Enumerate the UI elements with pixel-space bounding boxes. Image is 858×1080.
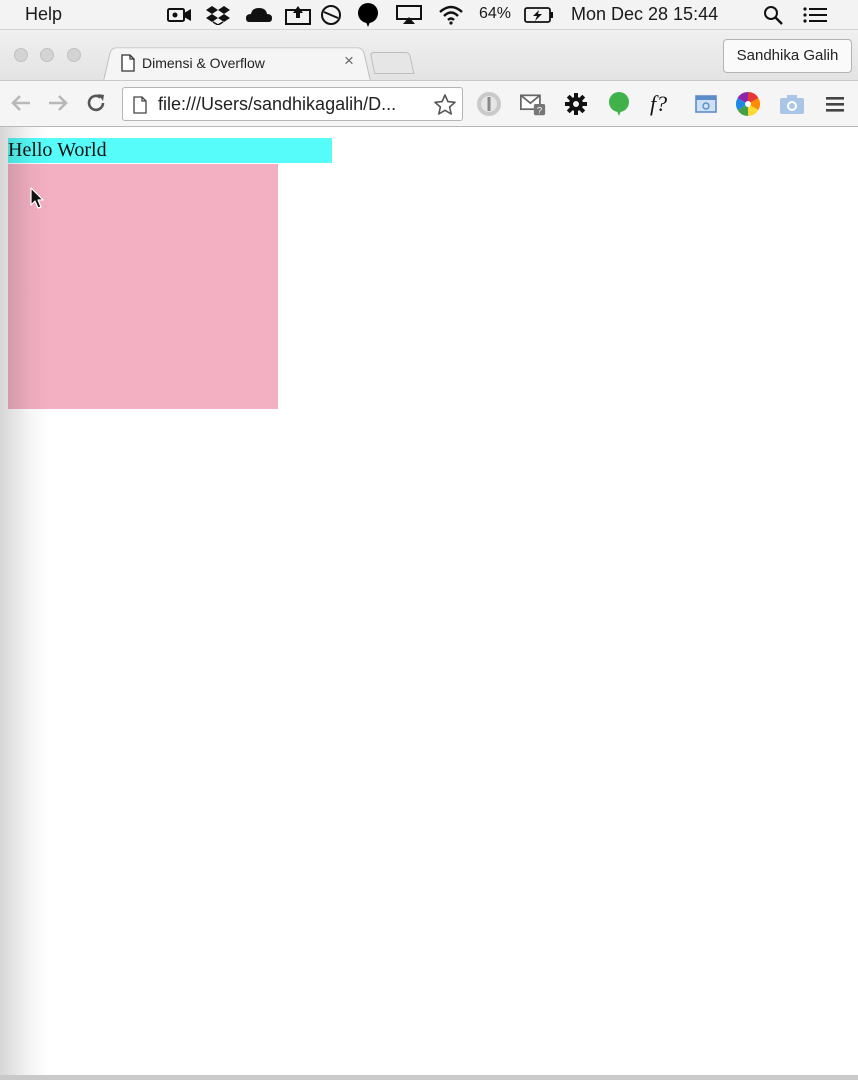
airplay-icon[interactable] (395, 0, 423, 30)
tab-close-icon[interactable]: × (341, 51, 357, 71)
reload-icon[interactable] (83, 90, 109, 116)
page-viewport: Hello World (0, 127, 858, 1075)
address-bar[interactable]: file:///Users/sandhikagalih/D... (122, 87, 463, 121)
svg-text:f?: f? (650, 91, 667, 116)
new-tab-button[interactable] (369, 52, 415, 74)
clock[interactable]: Mon Dec 28 15:44 (571, 4, 718, 25)
battery-percent: 64% (479, 5, 512, 22)
url-text[interactable]: file:///Users/sandhikagalih/D... (158, 94, 396, 115)
spotlight-search-icon[interactable] (761, 0, 785, 30)
shield-extension-icon[interactable] (476, 91, 502, 117)
bookmark-star-icon[interactable] (433, 93, 457, 122)
tab-dimensi-overflow[interactable]: Dimensi & Overflow × (103, 45, 371, 81)
window-close-icon[interactable] (14, 48, 28, 62)
document-icon (121, 54, 135, 77)
browser-toolbar: file:///Users/sandhikagalih/D... ? f? (0, 80, 858, 127)
page-icon (133, 96, 147, 119)
profile-button[interactable]: Sandhika Galih (723, 39, 852, 73)
notification-center-icon[interactable] (801, 0, 829, 30)
gear-extension-icon[interactable] (563, 91, 589, 117)
cloud-icon[interactable] (244, 0, 274, 30)
screen: Help 64% Mon Dec 28 15:44 Dimensi & Over… (0, 0, 858, 1080)
color-wheel-icon[interactable] (735, 91, 761, 117)
balloon-icon[interactable] (355, 0, 381, 30)
window-bottom-edge (0, 1075, 858, 1080)
menu-bar: Help 64% Mon Dec 28 15:44 (0, 0, 858, 30)
window-minimize-icon[interactable] (40, 48, 54, 62)
whatfont-icon[interactable]: f? (648, 91, 678, 117)
back-arrow-icon[interactable] (8, 90, 34, 116)
hello-world-block: Hello World (8, 138, 332, 163)
timemachine-icon[interactable] (319, 0, 343, 30)
window-zoom-icon[interactable] (67, 48, 81, 62)
screenshot-camera-icon[interactable] (779, 91, 805, 117)
tab-title: Dimensi & Overflow (142, 55, 265, 71)
forward-arrow-icon[interactable] (45, 90, 71, 116)
mouse-cursor-icon (30, 187, 46, 216)
window-extension-icon[interactable] (693, 91, 719, 117)
video-camera-icon[interactable] (166, 0, 194, 30)
pink-box (8, 164, 278, 409)
tab-strip: Dimensi & Overflow × Sandhika Galih (0, 30, 858, 81)
upload-tray-icon[interactable] (284, 0, 312, 30)
menu-help[interactable]: Help (25, 4, 62, 25)
chrome-menu-icon[interactable] (822, 91, 848, 117)
svg-text:?: ? (537, 106, 542, 117)
green-balloon-icon[interactable] (606, 91, 632, 117)
battery-icon[interactable] (523, 0, 555, 30)
dropbox-icon[interactable] (205, 0, 231, 30)
wifi-icon[interactable] (437, 0, 465, 30)
gmail-checker-icon[interactable]: ? (520, 91, 546, 117)
